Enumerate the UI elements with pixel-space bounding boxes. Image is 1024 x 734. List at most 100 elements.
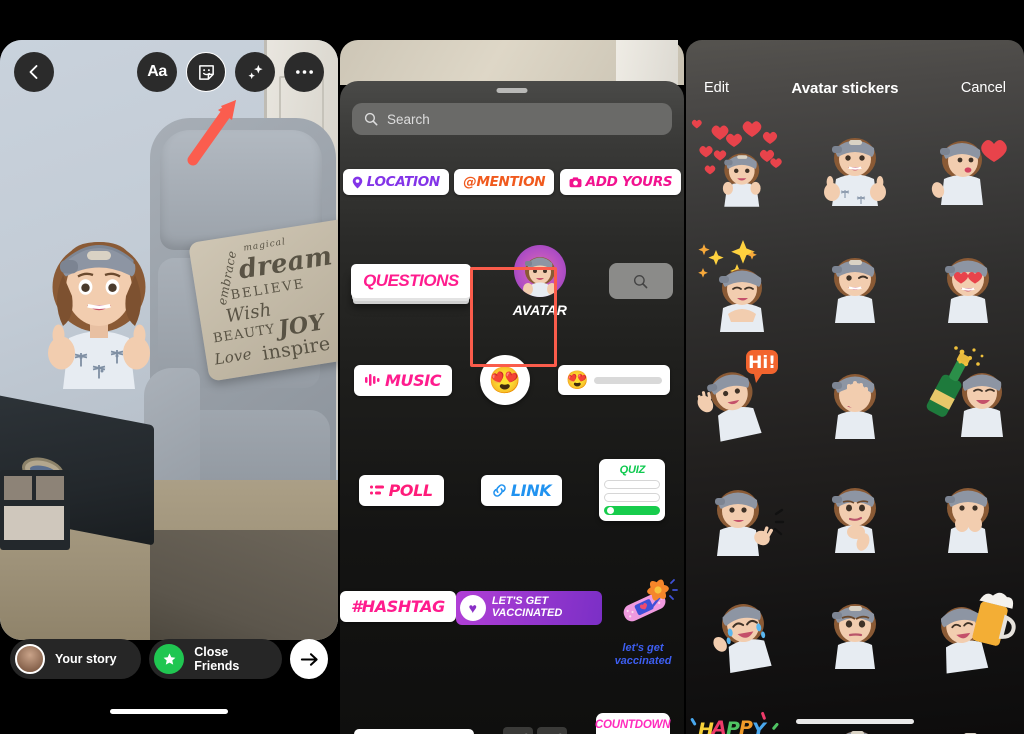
- sticker-donation[interactable]: DONATION: [354, 729, 475, 734]
- red-arrow-pointer-icon: [187, 100, 236, 166]
- music-waveform-icon: [364, 374, 380, 386]
- sticker-avatar[interactable]: AVATAR: [493, 233, 587, 329]
- sticker-poll[interactable]: POLL: [358, 474, 444, 506]
- hi-bubble-text: Hi!: [748, 353, 776, 373]
- chevron-left-icon: [29, 65, 38, 79]
- your-story-label: Your story: [55, 652, 117, 666]
- avatar-sticker-unamused[interactable]: [799, 572, 912, 684]
- sticker-mention-label: @MENTION: [463, 174, 546, 190]
- avatar-sticker-champagne-celebrate[interactable]: [911, 340, 1024, 452]
- sticker-countdown-label: COUNTDOWN: [594, 719, 671, 732]
- avatar-sticker-thumbs-up[interactable]: [799, 108, 912, 220]
- capture-toolbar: Aa: [0, 40, 338, 104]
- avatar-sticker-facepalm[interactable]: [799, 340, 912, 452]
- text-tool-label: Aa: [147, 63, 167, 80]
- avatar-sticker-bored-chin-rest[interactable]: [799, 456, 912, 568]
- avatar-sheet-header: Edit Avatar stickers Cancel: [686, 72, 1024, 104]
- more-options-button[interactable]: [284, 52, 324, 92]
- more-ellipsis-icon: [295, 70, 313, 74]
- sticker-vaccinated-label: LET'S GET VACCINATED: [491, 595, 563, 619]
- sticker-link-label: LINK: [510, 480, 552, 500]
- placed-avatar-sticker[interactable]: [24, 215, 174, 395]
- close-friends-button[interactable]: Close Friends: [149, 639, 283, 679]
- sticker-link[interactable]: LINK: [480, 474, 563, 506]
- sticker-tool-button[interactable]: [186, 52, 226, 92]
- sticker-tray-sheet: Search LOCATION @MENTION ADD YOURS QUEST…: [340, 81, 684, 734]
- cancel-button[interactable]: Cancel: [961, 80, 1006, 96]
- sticker-grid: LOCATION @MENTION ADD YOURS QUESTIONS AV…: [340, 153, 684, 734]
- sticker-clock-time[interactable]: 10 10: [502, 727, 567, 734]
- sticker-mention[interactable]: @MENTION: [454, 169, 555, 195]
- sticker-quiz[interactable]: QUIZ: [599, 459, 666, 521]
- avatar-preview-icon: [513, 244, 566, 297]
- home-indicator: [110, 709, 228, 714]
- sticker-questions[interactable]: QUESTIONS: [351, 264, 471, 298]
- sticker-add-yours[interactable]: ADD YOURS: [559, 169, 682, 195]
- avatar-stickers-sheet: Edit Avatar stickers Cancel Hi! H A P P …: [686, 40, 1024, 734]
- sticker-hashtag-label: #HASHTAG: [351, 597, 445, 616]
- quiz-option-2: [604, 493, 661, 502]
- send-button[interactable]: [290, 639, 328, 679]
- sticker-search-input[interactable]: Search: [352, 103, 672, 135]
- sticker-hashtag[interactable]: #HASHTAG: [340, 591, 456, 622]
- your-story-button[interactable]: Your story: [10, 639, 142, 679]
- avatar-sticker-hi-wave[interactable]: Hi!: [686, 340, 799, 452]
- avatar-sticker-shy-giggle[interactable]: [911, 456, 1024, 568]
- clock-minute-digit: 10: [536, 727, 567, 734]
- sticker-tray-panel: Search LOCATION @MENTION ADD YOURS QUEST…: [340, 0, 684, 734]
- svg-text:Y: Y: [752, 719, 768, 734]
- avatar-sticker-peeking-alt[interactable]: [911, 688, 1024, 734]
- sticker-add-yours-label: ADD YOURS: [585, 174, 673, 190]
- avatar-sticker-shrug[interactable]: [686, 456, 799, 568]
- sticker-music[interactable]: MUSIC: [353, 364, 453, 396]
- sticker-quiz-label: QUIZ: [619, 464, 646, 476]
- avatar-sticker-cheers-beer[interactable]: [911, 572, 1024, 684]
- effects-button[interactable]: [235, 52, 275, 92]
- quiz-option-correct: [604, 506, 661, 515]
- back-button[interactable]: [14, 52, 54, 92]
- sticker-vaccinated-art[interactable]: let's get vaccinated: [602, 577, 684, 667]
- sticker-location[interactable]: LOCATION: [342, 169, 449, 195]
- avatar-sheet-title: Avatar stickers: [791, 79, 899, 97]
- avatar-sticker-hearts-swoon[interactable]: [686, 108, 799, 220]
- sticker-smiley-icon: [198, 64, 214, 80]
- avatar-sticker-laughing-tears[interactable]: [686, 572, 799, 684]
- avatar-sticker-peeking[interactable]: [799, 688, 912, 734]
- sticker-search-button[interactable]: [608, 263, 673, 299]
- sticker-row: DONATION 10 10 COUNTDOWN: [340, 713, 684, 734]
- sticker-row: QUESTIONS AVATAR: [340, 233, 684, 329]
- photo-frames-shelf: [0, 470, 70, 550]
- story-capture-panel: magical dream BELIEVE Wish BEAUTY JOY Lo…: [0, 0, 338, 734]
- slider-track[interactable]: [594, 376, 663, 384]
- sticker-row: POLL LINK QUIZ: [340, 459, 684, 521]
- clock-hour-digit: 10: [502, 727, 533, 734]
- sticker-countdown[interactable]: COUNTDOWN: [594, 713, 671, 734]
- sticker-emoji-slider[interactable]: 😍: [558, 365, 671, 395]
- search-icon: [364, 112, 378, 126]
- edit-button[interactable]: Edit: [704, 80, 729, 96]
- avatar-sticker-happy-birthday[interactable]: H A P P Y B I R T H D A Y: [686, 688, 799, 734]
- avatar-sticker-sparkle-prayer[interactable]: [686, 224, 799, 336]
- search-icon: [634, 274, 648, 288]
- screenshot-stage: magical dream BELIEVE Wish BEAUTY JOY Lo…: [0, 0, 1024, 734]
- sparkles-icon: [247, 64, 263, 79]
- sticker-vaccinated[interactable]: ♥ LET'S GET VACCINATED: [455, 591, 602, 625]
- sticker-emoji-reaction[interactable]: 😍: [480, 355, 531, 405]
- avatar-sticker-heart-eyes[interactable]: [911, 224, 1024, 336]
- avatar-sticker-blowing-kiss[interactable]: [911, 108, 1024, 220]
- avatar-sticker-wink[interactable]: [799, 224, 912, 336]
- text-tool-button[interactable]: Aa: [137, 52, 177, 92]
- background-photo-strip: [340, 40, 684, 85]
- sheet-grabber[interactable]: [496, 88, 528, 93]
- link-chain-icon: [493, 483, 506, 497]
- home-indicator: [796, 719, 914, 724]
- camera-icon: [569, 176, 582, 187]
- sticker-row: MUSIC 😍 😍: [340, 355, 684, 405]
- svg-text:P: P: [739, 717, 753, 734]
- decorative-pillow: magical dream BELIEVE Wish BEAUTY JOY Lo…: [188, 218, 338, 382]
- heart-shield-icon: ♥: [459, 595, 486, 621]
- sticker-avatar-label: AVATAR: [512, 301, 567, 318]
- room-rug: [150, 530, 338, 640]
- story-photo-canvas[interactable]: magical dream BELIEVE Wish BEAUTY JOY Lo…: [0, 40, 338, 640]
- location-pin-icon: [352, 176, 362, 188]
